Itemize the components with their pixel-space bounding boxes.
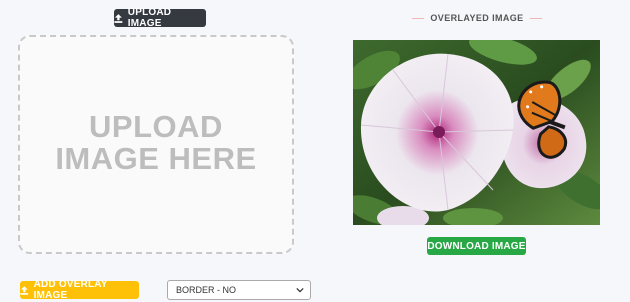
chevron-down-icon [296,287,304,293]
add-overlay-image-button[interactable]: ADD OVERLAY IMAGE [20,279,139,301]
title-rule-right [529,17,542,19]
upload-icon [114,13,123,23]
border-select-value: BORDER - NO [176,285,237,295]
upload-placeholder-line2: IMAGE HERE [55,140,257,176]
border-select[interactable]: BORDER - NO [167,280,311,300]
overlay-preview-image [353,40,600,225]
download-image-label: DOWNLOAD IMAGE [427,240,526,252]
overlay-title: OVERLAYED IMAGE [412,11,542,25]
title-rule-left [412,17,425,19]
flower-butterfly-image [353,40,600,225]
add-overlay-image-label: ADD OVERLAY IMAGE [33,279,108,301]
overlay-title-text: OVERLAYED IMAGE [430,13,524,23]
upload-image-button[interactable]: UPLOAD IMAGE [114,7,206,29]
upload-image-label: UPLOAD IMAGE [127,7,172,29]
upload-icon [20,285,29,295]
upload-drop-zone[interactable]: UPLOAD IMAGE HERE [18,35,294,254]
upload-placeholder-line1: UPLOAD [89,108,223,144]
download-image-button[interactable]: DOWNLOAD IMAGE [427,237,526,255]
